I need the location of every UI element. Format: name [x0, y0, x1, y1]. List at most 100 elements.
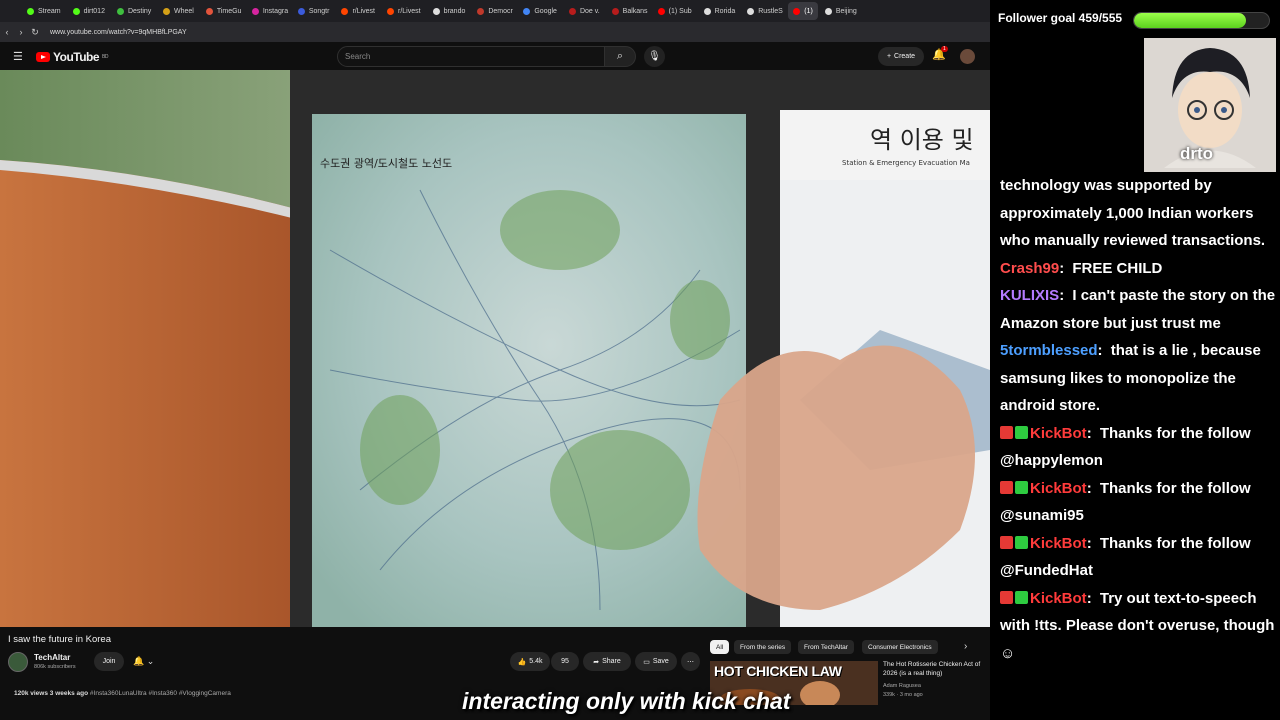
browser-tab[interactable]: TimeGu — [201, 2, 245, 20]
more-icon: ⋯ — [687, 658, 694, 666]
tab-favicon-icon — [205, 7, 213, 15]
join-button[interactable]: Join — [94, 652, 124, 671]
chat-username: 5tormblessed — [1000, 342, 1098, 359]
chat-separator: : — [1059, 287, 1069, 304]
back-icon[interactable]: ‹ — [0, 27, 14, 37]
url-field[interactable]: www.youtube.com/watch?v=9qMHBfLPGAY — [50, 29, 187, 36]
tab-label: Instagra — [262, 7, 289, 15]
chat-badge-icon — [1000, 480, 1013, 494]
chip-all[interactable]: All — [710, 640, 730, 654]
tab-label: dirt012 — [83, 7, 105, 15]
chat-message: 5tormblessed: that is a lie , because sa… — [1000, 337, 1276, 420]
subscription-bell-icon[interactable]: 🔔 ⌄ — [133, 656, 154, 667]
plus-icon: + — [886, 53, 892, 60]
channel-avatar[interactable] — [8, 652, 28, 672]
tab-label: (1) — [804, 7, 813, 15]
tab-label: (1) Sub — [668, 7, 692, 15]
youtube-logo-text: YouTube — [53, 50, 100, 64]
video-title: I saw the future in Korea — [8, 634, 111, 645]
chat-badge-icon — [1000, 535, 1013, 549]
search-input[interactable]: Search — [337, 46, 605, 67]
subway-map — [312, 114, 746, 627]
video-player[interactable]: 수도권 광역/도시철도 노선도 역 이용 및 Station & Emergen… — [0, 70, 990, 627]
menu-icon[interactable]: ☰ — [13, 50, 23, 63]
browser-tab[interactable]: Balkans — [607, 2, 651, 20]
chat-badge-icon — [1015, 590, 1028, 604]
follower-goal-label: Follower goal 459/555 — [998, 11, 1123, 25]
browser-tab[interactable]: Beijing — [820, 2, 862, 20]
chip-from-techaltar[interactable]: From TechAltar — [798, 640, 854, 654]
browser-tab-strip: Stream dirt012 Destiny Wheel TimeGu Instagra S… — [0, 0, 990, 22]
chat-separator: : — [1086, 479, 1096, 497]
save-button[interactable]: ▭ Save — [635, 652, 677, 671]
chat-separator: : — [1086, 589, 1096, 607]
chat-username: KickBot — [1030, 479, 1087, 497]
tab-favicon-icon — [72, 7, 80, 15]
tab-favicon-icon — [341, 7, 349, 15]
chat-username: Crash99 — [1000, 259, 1060, 277]
voice-search-button[interactable]: 🎙 — [644, 46, 665, 67]
youtube-play-icon — [36, 52, 50, 62]
tab-label: r/Livest — [352, 7, 375, 15]
channel-name[interactable]: TechAltar — [34, 653, 70, 662]
browser-tab[interactable]: Google — [518, 2, 562, 20]
browser-tab[interactable]: r/Livest — [382, 2, 426, 20]
chat-message: technology was supported by approximatel… — [1000, 172, 1276, 255]
chips-next-icon[interactable]: › — [964, 641, 967, 652]
browser-tab[interactable]: Instagra — [247, 2, 291, 20]
browser-tab[interactable]: Doe v. — [564, 2, 605, 20]
chat-message: KickBot: Thanks for the follow @happylem… — [1000, 420, 1276, 475]
tab-label: Destiny — [127, 7, 152, 15]
browser-tab[interactable]: (1) Sub — [653, 2, 697, 20]
video-frame: 수도권 광역/도시철도 노선도 역 이용 및 Station & Emergen… — [0, 70, 990, 627]
browser-tab[interactable]: r/Livest — [336, 2, 380, 20]
chip-consumer-electronics[interactable]: Consumer Electronics — [862, 640, 938, 654]
browser-tab[interactable]: Songtr — [293, 2, 335, 20]
chip-from-the-series[interactable]: From the series — [734, 640, 792, 654]
tab-label: Rorida — [714, 7, 736, 15]
tab-label: Democr — [488, 7, 513, 15]
tab-favicon-icon — [162, 7, 170, 15]
tab-favicon-icon — [657, 7, 665, 15]
browser-tab[interactable]: Stream — [22, 2, 66, 20]
forward-icon[interactable]: › — [14, 27, 28, 37]
follower-goal-fill — [1134, 13, 1246, 28]
reload-icon[interactable]: ↻ — [28, 27, 42, 38]
recommendation-channel[interactable]: Adam Ragusea — [883, 683, 921, 689]
tab-favicon-icon — [793, 7, 801, 15]
tab-favicon-icon — [824, 7, 832, 15]
chat-username: KickBot — [1030, 424, 1087, 442]
account-avatar[interactable] — [960, 49, 975, 64]
browser-tab[interactable]: Wheel — [158, 2, 199, 20]
save-icon: ▭ — [643, 658, 650, 666]
browser-tab[interactable]: dirt012 — [68, 2, 110, 20]
tab-favicon-icon — [27, 7, 34, 15]
browser-tab[interactable]: RustleS — [742, 2, 786, 20]
browser-tab[interactable]: brando — [428, 2, 471, 20]
follower-goal-bar — [1133, 12, 1270, 29]
share-label: Share — [602, 658, 621, 665]
browser-tab[interactable]: Democr — [472, 2, 516, 20]
tab-label: TimeGu — [216, 7, 242, 15]
comments-count[interactable]: 95 — [551, 652, 579, 671]
recommendation-title[interactable]: The Hot Rotisserie Chicken Act of 2026 (… — [883, 660, 987, 678]
tab-label: Stream — [38, 7, 61, 15]
chat-separator: : — [1086, 424, 1096, 442]
chat-message: Crash99: FREE CHILD — [1000, 255, 1276, 283]
microphone-icon: 🎙 — [648, 51, 661, 62]
browser-address-bar: ‹ › ↻ www.youtube.com/watch?v=9qMHBfLPGA… — [0, 22, 990, 42]
share-button[interactable]: ➦ Share — [583, 652, 631, 671]
streamer-name: drto — [1180, 144, 1214, 163]
browser-tab[interactable]: Rorida — [699, 2, 741, 20]
browser-tab[interactable]: (1) — [788, 2, 818, 20]
create-button[interactable]: + Create — [878, 47, 924, 66]
hashtags[interactable]: #Insta360LunaUltra #Insta360 #VloggingCa… — [90, 690, 231, 697]
tab-label: r/Livest — [398, 7, 421, 15]
thumbs-up-icon: 👍 — [517, 658, 527, 666]
browser-tab[interactable]: Destiny — [112, 2, 156, 20]
youtube-logo[interactable]: YouTube BD — [36, 50, 108, 64]
like-button[interactable]: 👍 5.4k — [510, 652, 550, 671]
search-button[interactable]: ⌕ — [604, 46, 636, 67]
more-actions-button[interactable]: ⋯ — [681, 652, 700, 671]
chat-separator: : — [1086, 534, 1096, 552]
